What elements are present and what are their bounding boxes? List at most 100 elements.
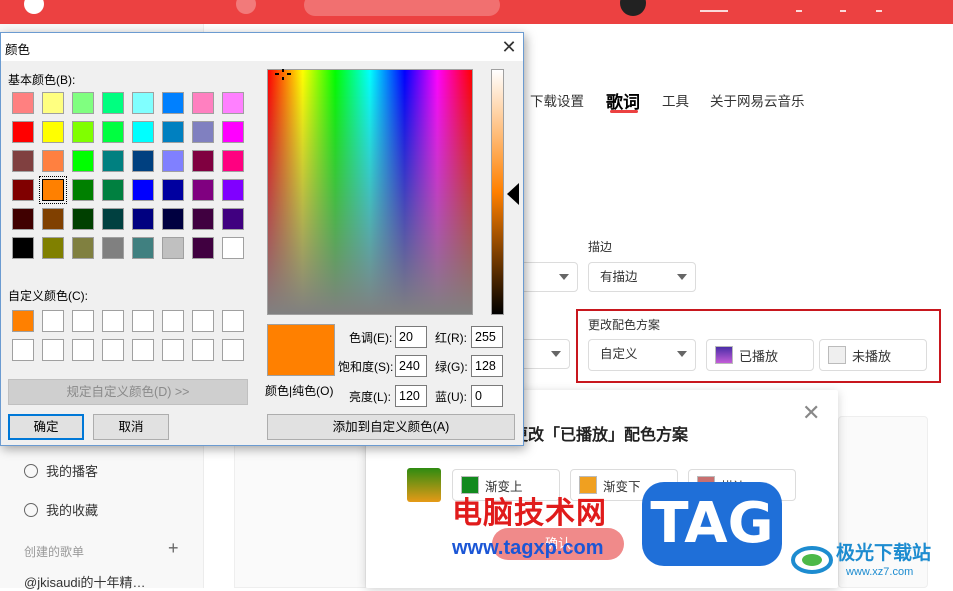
luminance-arrow-icon[interactable] [507,183,519,205]
basic-color-swatch[interactable] [72,92,94,114]
custom-color-swatch[interactable] [12,310,34,332]
basic-color-swatch[interactable] [102,179,124,201]
basic-color-swatch[interactable] [102,150,124,172]
close-icon[interactable]: ✕ [802,400,820,426]
custom-color-swatch[interactable] [42,339,64,361]
mini-mode-icon[interactable] [700,0,728,12]
sidebar-section-title[interactable]: 创建的歌单 [24,543,84,560]
basic-color-swatch[interactable] [192,92,214,114]
ok-button[interactable]: 确定 [8,414,84,440]
sidebar-playlist-item[interactable]: @jkisaudi的十年精… [24,572,146,591]
basic-color-swatch[interactable] [132,179,154,201]
custom-color-swatch[interactable] [192,339,214,361]
add-to-custom-colors-button[interactable]: 添加到自定义颜色(A) [267,414,515,440]
basic-color-swatch[interactable] [162,121,184,143]
custom-color-swatch[interactable] [72,339,94,361]
basic-color-swatch[interactable] [162,208,184,230]
basic-color-swatch[interactable] [192,208,214,230]
basic-color-swatch[interactable] [102,208,124,230]
search-input[interactable] [304,0,500,16]
basic-color-swatch[interactable] [132,92,154,114]
basic-color-swatch[interactable] [39,176,67,204]
basic-color-swatch[interactable] [222,92,244,114]
minimize-icon[interactable] [840,0,846,12]
basic-color-swatch[interactable] [162,150,184,172]
unplayed-color-button[interactable]: 未播放 [819,339,927,371]
basic-color-swatch[interactable] [72,150,94,172]
basic-color-swatch[interactable] [42,121,64,143]
red-input[interactable]: 255 [471,326,503,348]
crosshair-icon[interactable] [275,69,293,81]
custom-color-swatch[interactable] [222,310,244,332]
stroke-select[interactable]: 有描边 [588,262,696,292]
tab-about[interactable]: 关于网易云音乐 [710,90,805,110]
basic-color-swatch[interactable] [102,92,124,114]
define-custom-colors-button[interactable]: 规定自定义颜色(D) >> [8,379,248,405]
add-playlist-icon[interactable]: + [168,538,179,559]
green-input[interactable]: 128 [471,355,503,377]
basic-color-swatch[interactable] [132,150,154,172]
cancel-button[interactable]: 取消 [93,414,169,440]
basic-color-swatch[interactable] [192,121,214,143]
custom-color-swatch[interactable] [12,339,34,361]
basic-color-swatch[interactable] [72,179,94,201]
lyrics-font-select[interactable] [520,262,578,292]
basic-color-swatch[interactable] [12,179,34,201]
custom-color-swatch[interactable] [162,310,184,332]
basic-color-swatch[interactable] [162,237,184,259]
custom-color-swatch[interactable] [132,339,154,361]
basic-color-swatch[interactable] [72,121,94,143]
custom-color-swatch[interactable] [42,310,64,332]
sidebar-item-podcast[interactable]: 我的播客 [24,461,98,480]
custom-color-swatch[interactable] [192,310,214,332]
hue-input[interactable]: 20 [395,326,427,348]
basic-color-swatch[interactable] [132,121,154,143]
basic-color-swatch[interactable] [12,208,34,230]
basic-color-swatch[interactable] [222,208,244,230]
custom-color-swatch[interactable] [102,310,124,332]
basic-color-swatch[interactable] [102,237,124,259]
basic-color-swatch[interactable] [72,237,94,259]
basic-color-swatch[interactable] [12,92,34,114]
basic-color-swatch[interactable] [42,92,64,114]
basic-color-swatch[interactable] [222,179,244,201]
basic-color-swatch[interactable] [192,179,214,201]
close-icon[interactable]: ✕ [497,35,521,59]
basic-color-swatch[interactable] [192,237,214,259]
basic-color-swatch[interactable] [222,237,244,259]
basic-color-swatch[interactable] [132,208,154,230]
custom-color-swatch[interactable] [162,339,184,361]
basic-color-swatch[interactable] [192,150,214,172]
custom-color-swatch[interactable] [132,310,154,332]
basic-color-swatch[interactable] [102,121,124,143]
basic-color-swatch[interactable] [12,150,34,172]
basic-color-swatch[interactable] [42,208,64,230]
luminance-slider[interactable] [491,69,504,315]
played-color-button[interactable]: 已播放 [706,339,814,371]
back-button[interactable] [236,0,256,14]
basic-color-swatch[interactable] [222,121,244,143]
lyrics-misc-select[interactable] [520,339,570,369]
basic-color-swatch[interactable] [132,237,154,259]
blue-input[interactable]: 0 [471,385,503,407]
basic-color-swatch[interactable] [12,237,34,259]
basic-color-swatch[interactable] [42,150,64,172]
sidebar-item-favorites[interactable]: 我的收藏 [24,500,98,519]
basic-color-swatch[interactable] [12,121,34,143]
basic-color-swatch[interactable] [162,179,184,201]
saturation-input[interactable]: 240 [395,355,427,377]
tab-download-settings[interactable]: 下载设置 [530,90,584,110]
settings-icon[interactable] [796,0,802,12]
basic-color-swatch[interactable] [222,150,244,172]
color-spectrum[interactable] [267,69,473,315]
luminance-input[interactable]: 120 [395,385,427,407]
basic-color-swatch[interactable] [72,208,94,230]
tab-tools[interactable]: 工具 [662,90,689,110]
custom-color-swatch[interactable] [72,310,94,332]
basic-color-swatch[interactable] [42,237,64,259]
color-scheme-select[interactable]: 自定义 [588,339,696,371]
maximize-icon[interactable] [876,0,882,12]
custom-color-swatch[interactable] [222,339,244,361]
avatar[interactable] [620,0,646,16]
basic-color-swatch[interactable] [162,92,184,114]
